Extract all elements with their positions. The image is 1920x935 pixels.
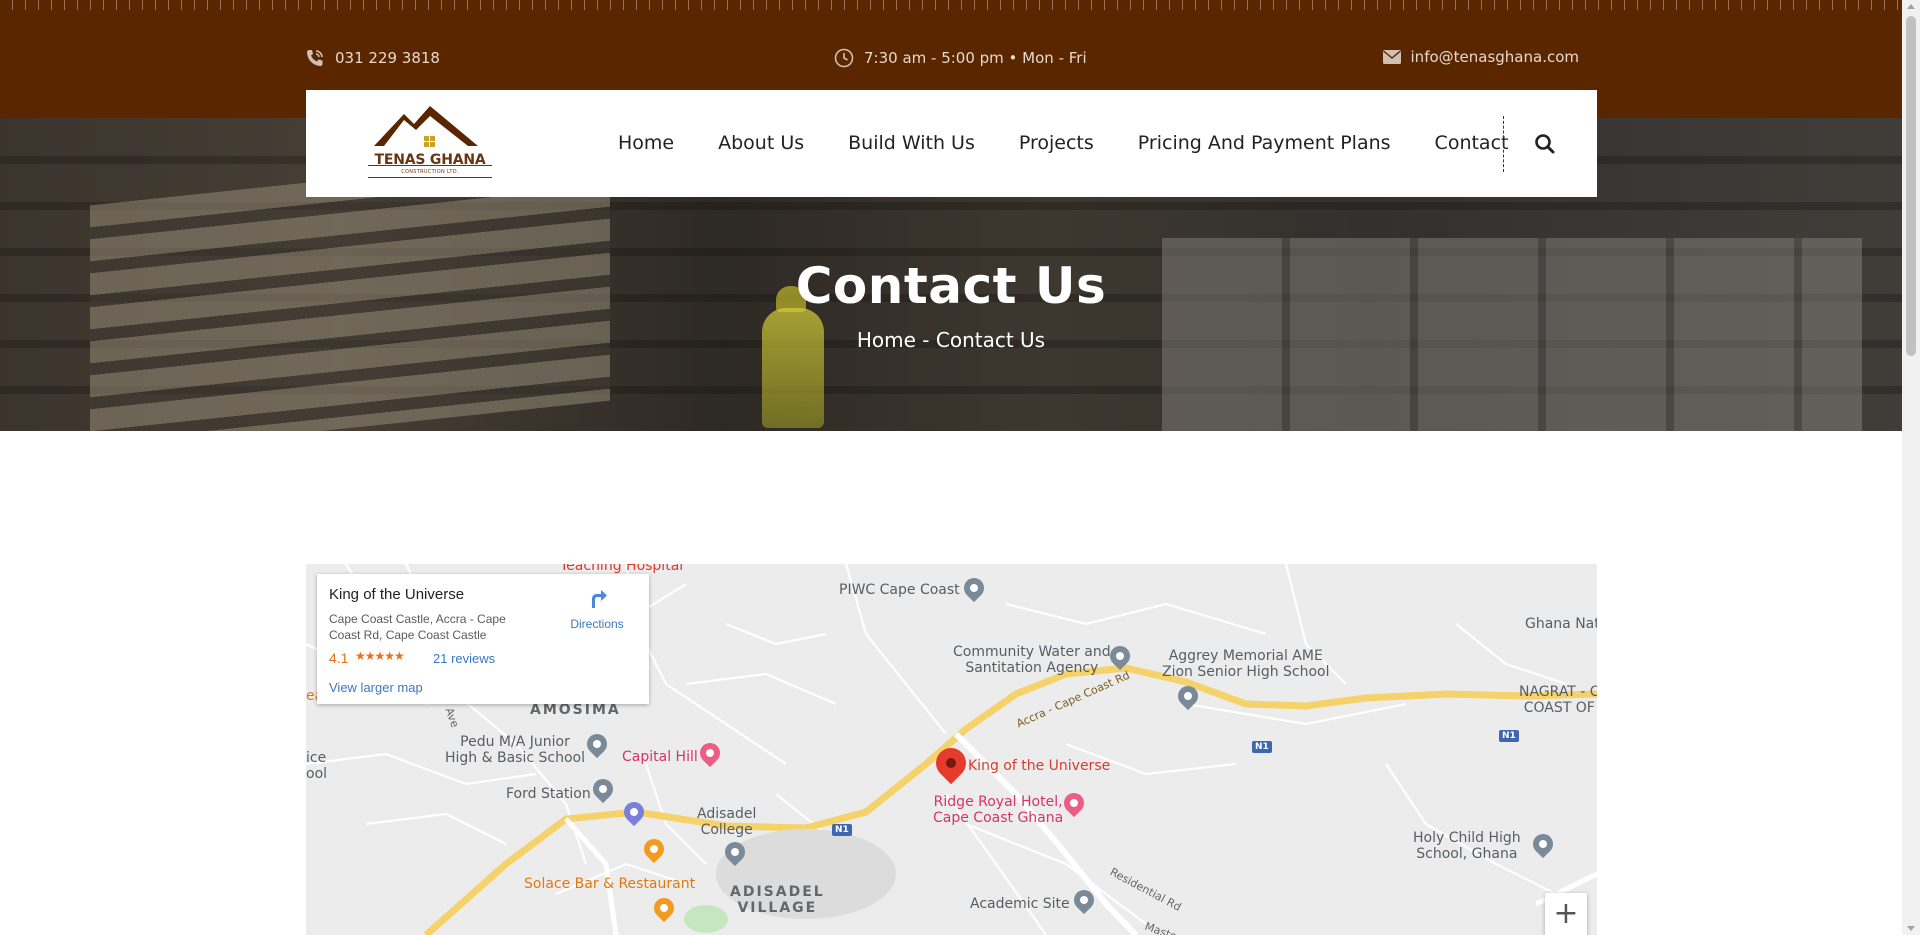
- top-decorative-border: [0, 0, 1902, 10]
- scrollbar-thumb[interactable]: [1906, 16, 1916, 356]
- hours-text: 7:30 am - 5:00 pm • Mon - Fri: [864, 49, 1087, 67]
- logo-rule: [368, 177, 492, 178]
- n1-road-shield: N1: [1252, 741, 1272, 753]
- map-label-holy-child[interactable]: Holy Child High School, Ghana: [1413, 830, 1521, 862]
- phone-icon: [305, 48, 325, 68]
- scroll-up-arrow-icon[interactable]: [1907, 4, 1915, 9]
- reviews-link[interactable]: 21 reviews: [433, 651, 495, 666]
- map-label-king-of-the-universe[interactable]: King of the Universe: [968, 758, 1110, 774]
- n1-road-shield: N1: [1499, 730, 1519, 742]
- site-logo[interactable]: TENAS GHANA CONSTRUCTION LTD.: [366, 104, 494, 184]
- place-address: Cape Coast Castle, Accra - Cape Coast Rd…: [329, 612, 506, 642]
- nav-projects[interactable]: Projects: [1019, 132, 1094, 154]
- map-label-teaching-hospital[interactable]: Teaching Hospital: [560, 564, 683, 574]
- opening-hours: 7:30 am - 5:00 pm • Mon - Fri: [834, 48, 1087, 68]
- star-rating-icon: ★★★★★: [355, 649, 405, 663]
- map-label-nagrat[interactable]: NAGRAT - C COAST OF: [1519, 684, 1597, 716]
- main-menu: Home About Us Build With Us Projects Pri…: [618, 132, 1508, 154]
- place-rating: 4.1: [329, 650, 349, 666]
- map-label-pedu-school[interactable]: Pedu M/A Junior High & Basic School: [445, 734, 585, 766]
- n1-road-shield: N1: [832, 824, 852, 836]
- nav-divider: [1503, 116, 1504, 172]
- nav-about-us[interactable]: About Us: [718, 132, 804, 154]
- scroll-down-arrow-icon[interactable]: [1907, 926, 1915, 931]
- map-label-ghana-nat[interactable]: Ghana Nat: [1525, 616, 1597, 632]
- map-label-community-water[interactable]: Community Water and Santitation Agency: [953, 644, 1111, 676]
- map-label-solace-bar[interactable]: Solace Bar & Restaurant: [524, 876, 695, 892]
- map-label-fragment: ice ool: [306, 750, 328, 782]
- google-map[interactable]: Teaching Hospital PIWC Cape Coast Commun…: [306, 564, 1597, 935]
- map-label-ridge-royal-hotel[interactable]: Ridge Royal Hotel, Cape Coast Ghana: [933, 794, 1063, 826]
- hero-background-worker: [762, 308, 824, 428]
- nav-contact[interactable]: Contact: [1435, 132, 1509, 154]
- map-label-adisadel-college[interactable]: Adisadel College: [697, 806, 756, 838]
- email-contact[interactable]: info@tenasghana.com: [1382, 48, 1579, 66]
- phone-number: 031 229 3818: [335, 49, 440, 67]
- logo-name: TENAS GHANA: [374, 152, 486, 168]
- view-larger-map-link[interactable]: View larger map: [329, 680, 423, 695]
- search-icon[interactable]: [1533, 132, 1557, 156]
- map-label-academic-site[interactable]: Academic Site: [970, 896, 1070, 912]
- map-label-amosima: AMOSIMA: [530, 702, 621, 718]
- main-navigation: TENAS GHANA CONSTRUCTION LTD. Home About…: [306, 90, 1597, 197]
- map-label-aggrey-memorial[interactable]: Aggrey Memorial AME Zion Senior High Sch…: [1162, 648, 1330, 680]
- place-title: King of the Universe: [329, 586, 465, 603]
- directions-icon: [592, 590, 607, 608]
- nav-pricing[interactable]: Pricing And Payment Plans: [1138, 132, 1391, 154]
- directions-button[interactable]: Directions: [561, 588, 633, 631]
- phone-contact[interactable]: 031 229 3818: [305, 48, 440, 68]
- map-info-window: King of the Universe Cape Coast Castle, …: [317, 574, 649, 704]
- nav-build-with-us[interactable]: Build With Us: [848, 132, 975, 154]
- page-scrollbar[interactable]: [1902, 0, 1920, 935]
- page-title: Contact Us: [795, 257, 1107, 315]
- zoom-in-button[interactable]: +: [1545, 893, 1587, 935]
- logo-subtitle: CONSTRUCTION LTD.: [401, 169, 459, 175]
- directions-label: Directions: [570, 617, 624, 631]
- map-label-capital-hill[interactable]: Capital Hill: [622, 749, 698, 765]
- envelope-icon: [1382, 50, 1401, 64]
- breadcrumb: Home - Contact Us: [856, 328, 1046, 352]
- map-label-ford-station[interactable]: Ford Station: [506, 786, 591, 802]
- clock-icon: [834, 48, 854, 68]
- nav-home[interactable]: Home: [618, 132, 674, 154]
- logo-roof-icon: [374, 106, 478, 147]
- email-address: info@tenasghana.com: [1410, 48, 1579, 66]
- map-label-piwc[interactable]: PIWC Cape Coast: [839, 582, 960, 598]
- map-label-adisadel-village: ADISADEL VILLAGE: [730, 884, 825, 916]
